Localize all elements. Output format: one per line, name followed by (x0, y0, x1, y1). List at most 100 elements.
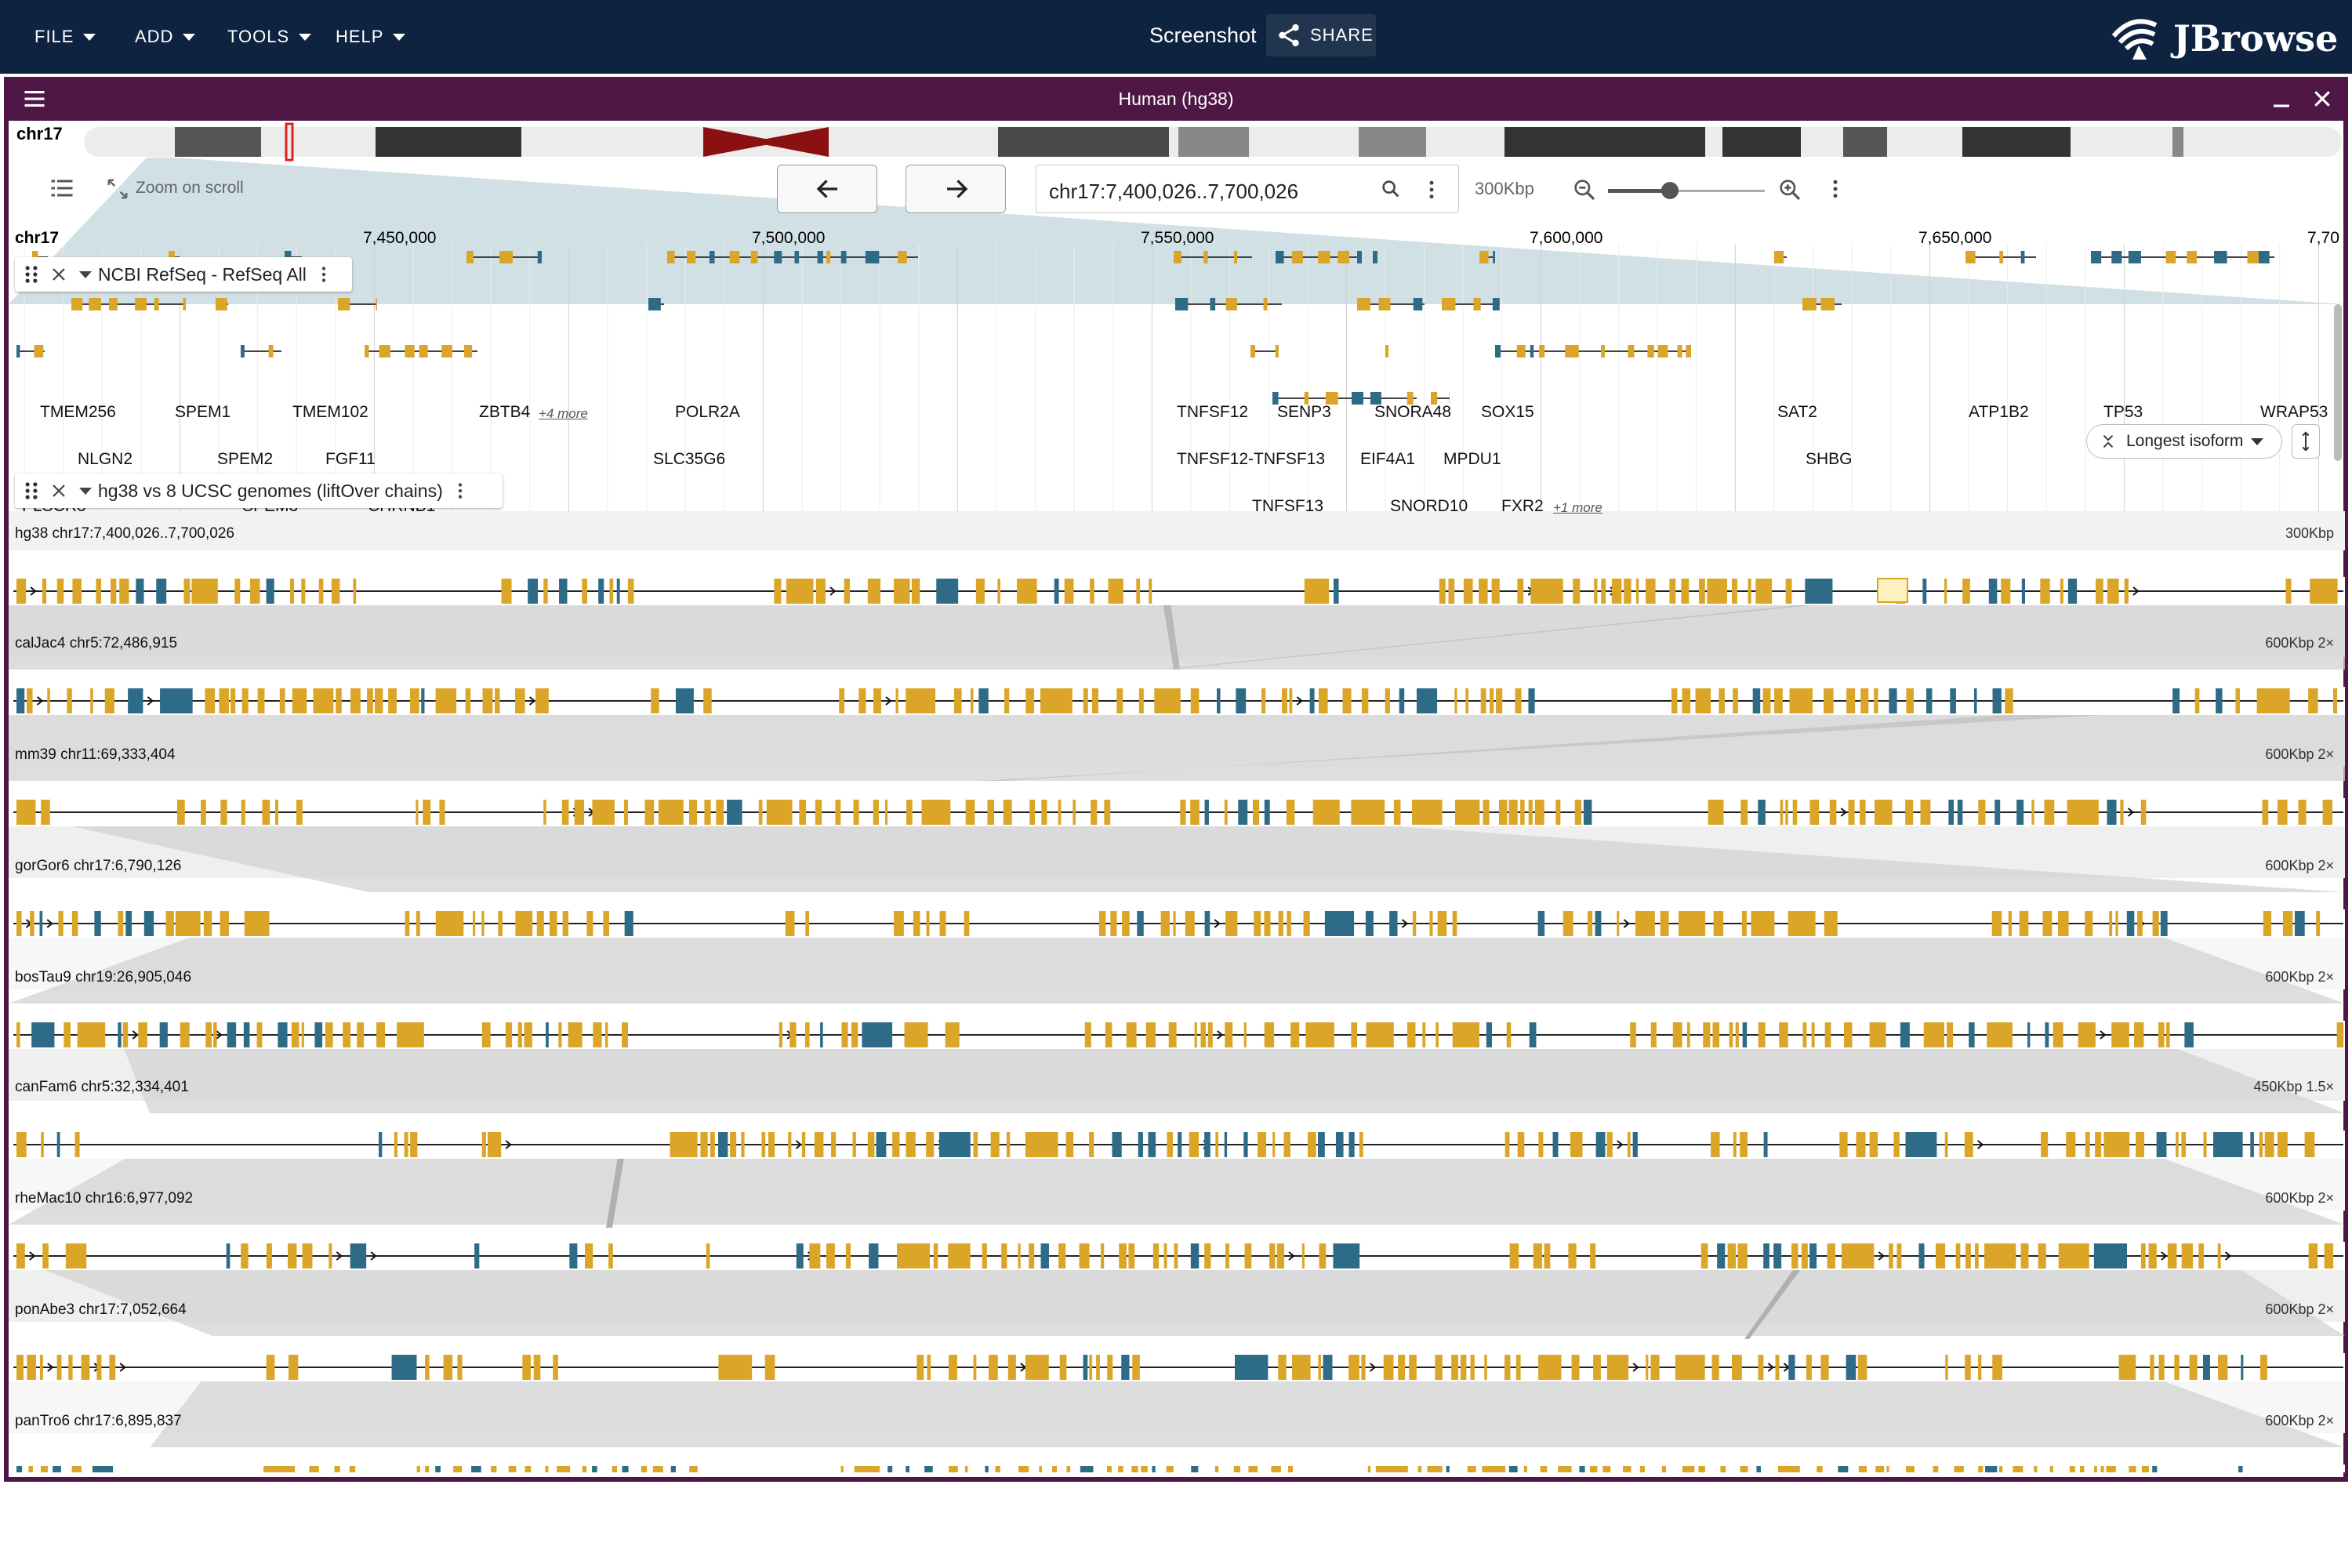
gene-glyph[interactable] (71, 298, 186, 310)
gene-track-scrollbar[interactable] (2334, 304, 2342, 461)
drag-handle-icon[interactable] (23, 481, 40, 501)
collapse-icon (2103, 435, 2114, 448)
gene-glyph[interactable] (2091, 251, 2263, 263)
genome-row-scale: 450Kbp 1.5× (2253, 1079, 2334, 1094)
genome-feature-row[interactable] (9, 687, 2345, 715)
help-menu-button[interactable]: HELP (336, 24, 406, 50)
track-collapse-icon[interactable] (79, 270, 92, 278)
gene-glyph[interactable] (648, 298, 664, 310)
gene-glyph[interactable] (365, 345, 477, 358)
synteny-track-header: hg38 vs 8 UCSC genomes (liftOver chains) (15, 474, 503, 508)
close-track-icon[interactable] (49, 481, 68, 500)
location-search-value: chr17:7,400,026..7,700,026 (1049, 180, 1299, 203)
genome-feature-row[interactable] (9, 798, 2345, 826)
more-genes-link[interactable]: +1 more (1553, 500, 1602, 516)
genome-row-label[interactable]: panTro6 chr17:6,895,837 (15, 1413, 182, 1430)
genome-feature-row[interactable] (9, 1465, 2345, 1472)
location-search-input[interactable]: chr17:7,400,026..7,700,026 (1036, 165, 1459, 213)
track-height-button[interactable] (2292, 424, 2320, 459)
zoom-in-icon[interactable] (1777, 177, 1802, 202)
gene-label: SOX15 (1481, 403, 1534, 421)
gene-glyph[interactable] (16, 345, 45, 358)
gene-glyph[interactable] (1357, 298, 1425, 310)
share-button[interactable]: SHARE (1266, 14, 1376, 56)
zoom-on-scroll-label[interactable]: Zoom on scroll (136, 179, 244, 198)
gene-glyph[interactable] (1479, 251, 1495, 263)
genome-row-label[interactable]: ponAbe3 chr17:7,052,664 (15, 1301, 187, 1319)
scroll-right-button[interactable] (906, 165, 1006, 213)
genome-row-label[interactable]: hg38 chr17:7,400,026..7,700,026 (15, 525, 234, 543)
track-collapse-icon[interactable] (79, 487, 92, 495)
gene-label: SAT2 (1777, 403, 1817, 421)
gene-glyph[interactable] (1276, 251, 1362, 263)
genome-feature-row[interactable] (9, 1353, 2345, 1381)
gene-label: EIF4A1 (1360, 450, 1416, 468)
menu-label: FILE (34, 27, 74, 46)
share-icon (1279, 24, 1299, 47)
gene-label: SENP3 (1277, 403, 1331, 421)
session-name[interactable]: Screenshot (1149, 24, 1257, 48)
gene-glyph[interactable] (1174, 251, 1252, 263)
genome-row-label[interactable]: bosTau9 chr19:26,905,046 (15, 969, 191, 986)
genome-feature-row[interactable] (9, 577, 2345, 605)
genome-feature-row[interactable] (9, 1242, 2345, 1270)
drag-handle-icon[interactable] (23, 264, 40, 285)
caret-down-icon (183, 33, 196, 41)
more-options-icon[interactable] (1424, 178, 1439, 201)
gene-glyph[interactable] (338, 298, 377, 310)
minimize-icon[interactable] (2270, 87, 2293, 111)
gene-label: TMEM102 (292, 403, 368, 421)
add-menu-button[interactable]: ADD (135, 24, 196, 50)
tools-menu-button[interactable]: TOOLS (227, 24, 312, 50)
track-menu-icon[interactable] (454, 481, 466, 501)
track-menu-icon[interactable] (318, 264, 330, 285)
gene-glyph[interactable] (2259, 251, 2274, 263)
isoform-mode-label: Longest isoform (2126, 432, 2244, 450)
gene-glyph[interactable] (1250, 345, 1279, 358)
feature-highlight (1877, 578, 1908, 603)
gene-glyph[interactable] (1385, 345, 1388, 358)
gene-glyph[interactable] (216, 298, 228, 310)
zoom-out-icon[interactable] (1572, 177, 1597, 202)
genome-row-label[interactable]: rheMac10 chr16:6,977,092 (15, 1190, 193, 1207)
view-menu-icon[interactable] (1828, 177, 1843, 201)
scroll-left-button[interactable] (777, 165, 877, 213)
genome-row-label[interactable]: mm39 chr11:69,333,404 (15, 746, 176, 764)
genome-row-scale: 300Kbp (2285, 525, 2334, 541)
arrow-right-icon (947, 180, 968, 198)
menu-label: TOOLS (227, 27, 290, 46)
gene-label: SHBG (1806, 450, 1853, 468)
zoom-slider-thumb[interactable] (1661, 182, 1679, 199)
genome-row-scale: 600Kbp 2× (2265, 1413, 2334, 1428)
gene-glyph[interactable] (466, 251, 542, 263)
search-icon[interactable] (1380, 178, 1402, 200)
gene-label: MPDU1 (1443, 450, 1501, 468)
genome-feature-row[interactable] (9, 1131, 2345, 1159)
genome-feature-row[interactable] (9, 1021, 2345, 1049)
genome-feature-row[interactable] (9, 909, 2345, 938)
gene-label: TNFSF12 (1177, 403, 1249, 421)
genome-row-label[interactable]: calJac4 chr5:72,486,915 (15, 635, 177, 652)
gene-glyph[interactable] (1373, 251, 1377, 263)
gene-glyph[interactable] (1495, 345, 1691, 358)
gene-glyph[interactable] (1774, 251, 1787, 263)
view-header: Human (hg38) (4, 77, 2348, 121)
close-track-icon[interactable] (49, 265, 68, 284)
menu-label: HELP (336, 27, 384, 46)
file-menu-button[interactable]: FILE (34, 24, 96, 50)
synteny-track-title: hg38 vs 8 UCSC genomes (liftOver chains) (98, 480, 443, 501)
close-icon[interactable] (2310, 87, 2334, 111)
isoform-mode-select[interactable]: Longest isoform (2086, 424, 2282, 459)
gene-glyph[interactable] (667, 251, 918, 263)
gene-glyph[interactable] (1442, 298, 1500, 310)
view-title: Human (hg38) (1118, 89, 1234, 109)
genome-row-label[interactable]: canFam6 chr5:32,334,401 (15, 1079, 189, 1096)
track-selector-icon[interactable] (48, 174, 76, 202)
genome-row-label[interactable]: gorGor6 chr17:6,790,126 (15, 858, 181, 875)
gene-glyph[interactable] (241, 345, 281, 358)
zoom-on-scroll-icon[interactable] (106, 177, 129, 201)
more-genes-link[interactable]: +4 more (539, 406, 588, 422)
gene-glyph[interactable] (1965, 251, 2036, 263)
gene-glyph[interactable] (1802, 298, 1842, 310)
synteny-track-canvas[interactable] (9, 547, 2345, 1472)
